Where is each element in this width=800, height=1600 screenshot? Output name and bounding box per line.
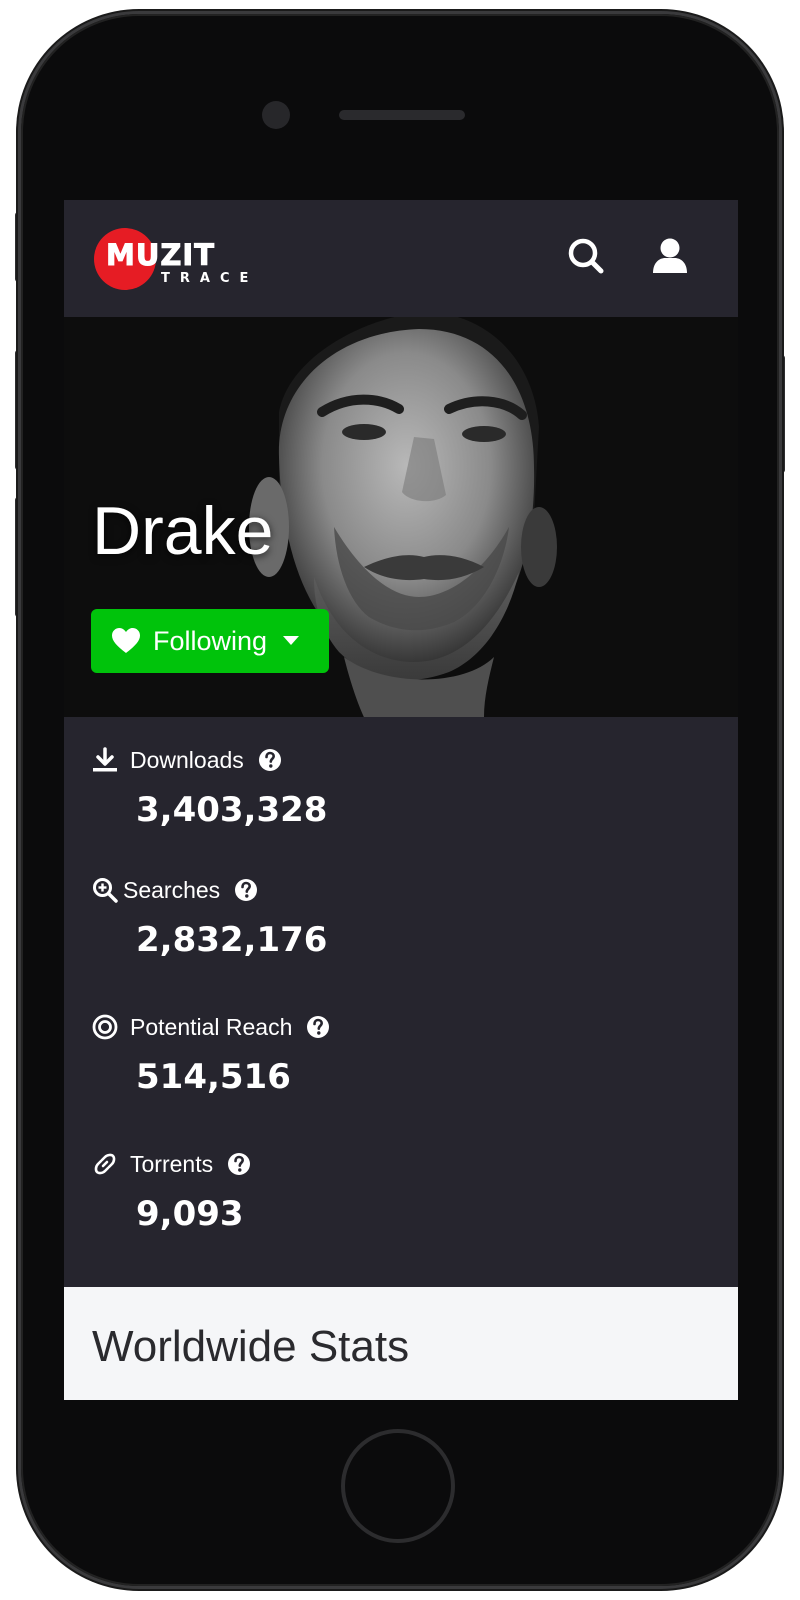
stats-panel: Downloads 3,403,328 Searches 2,832,176 P… xyxy=(64,717,738,1287)
stat-value: 3,403,328 xyxy=(136,790,328,830)
artist-name: Drake xyxy=(92,493,274,569)
stat-potential-reach: Potential Reach 514,516 xyxy=(92,1010,712,1094)
top-navbar: MUZIT TRACE xyxy=(64,200,738,317)
following-button[interactable]: Following xyxy=(91,609,329,673)
following-label: Following xyxy=(153,625,268,656)
search-icon[interactable] xyxy=(566,236,606,276)
stat-searches: Searches 2,832,176 xyxy=(92,873,712,957)
logo-subtext: TRACE xyxy=(161,271,259,286)
stat-value: 2,832,176 xyxy=(136,920,328,960)
heart-icon xyxy=(112,628,140,653)
user-icon[interactable] xyxy=(650,236,690,276)
section-title: Worldwide Stats xyxy=(92,1322,410,1371)
stat-value: 9,093 xyxy=(136,1194,244,1234)
help-icon[interactable] xyxy=(258,748,282,772)
target-icon xyxy=(92,1014,118,1040)
logo-text: MUZIT xyxy=(105,238,216,272)
help-icon[interactable] xyxy=(306,1015,330,1039)
stat-value: 514,516 xyxy=(136,1057,291,1097)
search-zoom-icon xyxy=(93,878,118,903)
link-icon xyxy=(94,1153,116,1175)
front-camera xyxy=(262,101,290,129)
earpiece-speaker xyxy=(339,110,465,120)
worldwide-stats-section: Worldwide Stats xyxy=(64,1287,738,1400)
chevron-down-icon xyxy=(283,636,300,645)
stat-torrents: Torrents 9,093 xyxy=(92,1147,712,1231)
help-icon[interactable] xyxy=(227,1152,251,1176)
app-logo[interactable]: MUZIT TRACE xyxy=(94,228,294,290)
app-screen: MUZIT TRACE Drake Following Downloads 3,… xyxy=(64,200,738,1400)
stat-label: Searches xyxy=(123,876,221,903)
stat-label: Torrents xyxy=(130,1150,214,1177)
help-icon[interactable] xyxy=(234,878,258,902)
download-icon xyxy=(93,747,117,772)
home-button[interactable] xyxy=(341,1429,455,1543)
stat-label: Downloads xyxy=(130,746,244,773)
stat-downloads: Downloads 3,403,328 xyxy=(92,743,712,827)
stat-label: Potential Reach xyxy=(130,1013,293,1040)
artist-hero: Drake Following xyxy=(64,317,738,717)
